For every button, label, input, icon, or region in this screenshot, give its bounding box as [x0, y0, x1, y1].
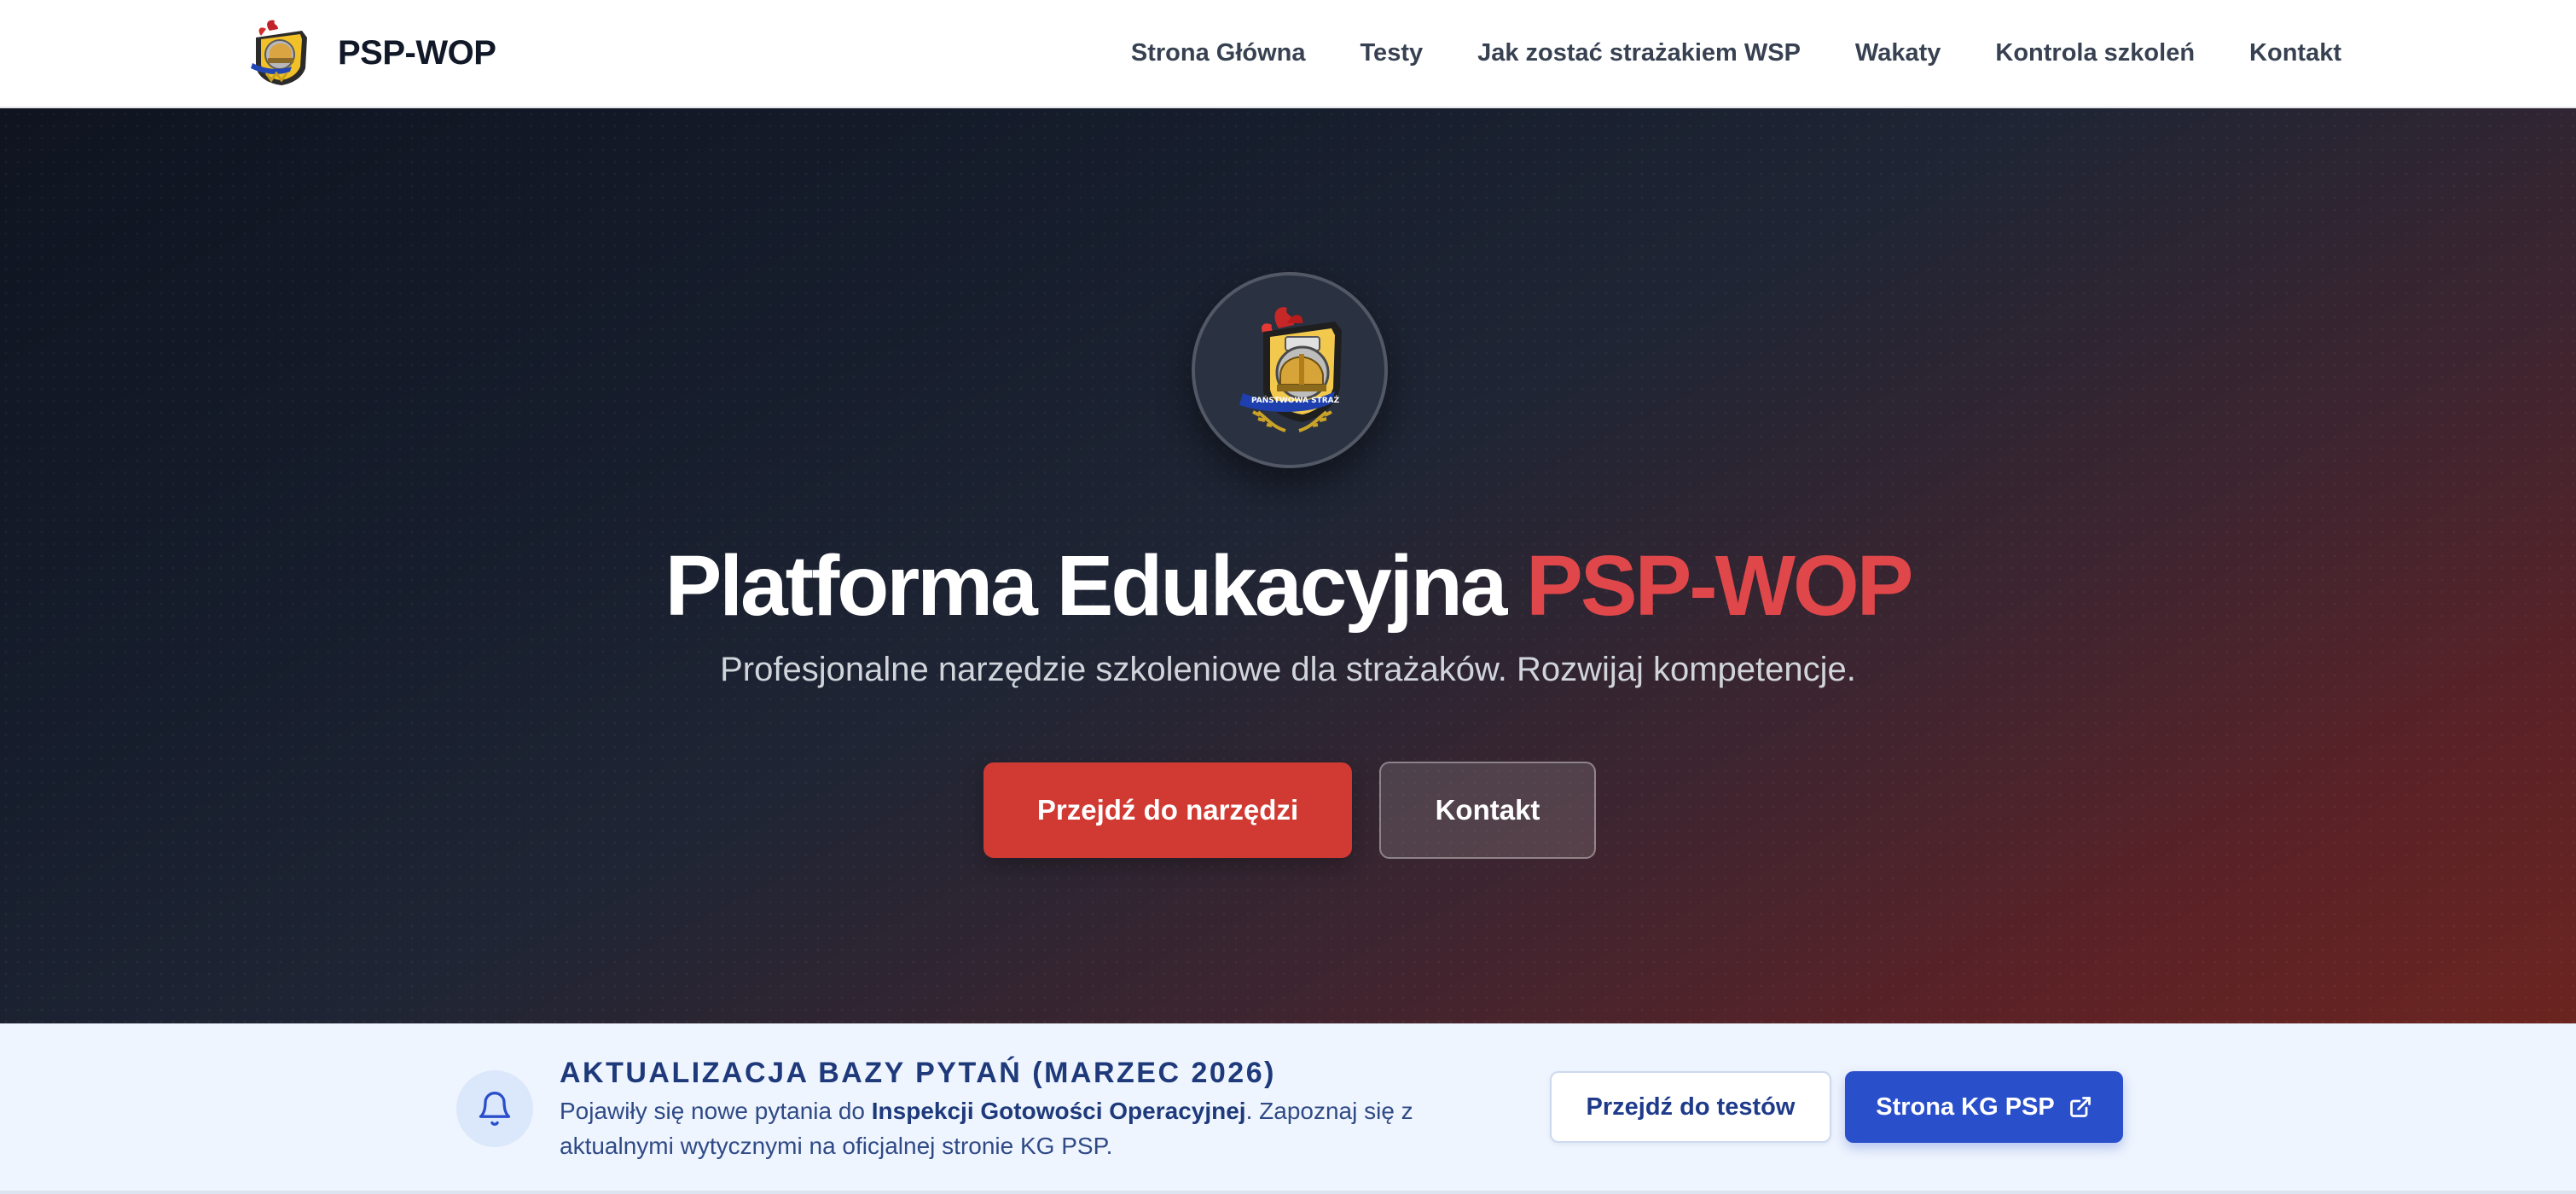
announcement-text: Pojawiły się nowe pytania do Inspekcji G… [560, 1093, 1481, 1163]
nav-link-tests[interactable]: Testy [1361, 39, 1424, 67]
nav-link-training-control[interactable]: Kontrola szkoleń [1995, 39, 2195, 67]
bell-icon [479, 1092, 511, 1126]
psp-logo-icon [251, 20, 307, 85]
go-to-tools-button[interactable]: Przejdź do narzędzi [983, 762, 1352, 858]
psp-emblem-icon: PAŃSTWOWA STRAŻ [1239, 307, 1342, 432]
nav-link-how-to-join[interactable]: Jak zostać strażakiem WSP [1477, 39, 1801, 67]
announcement-icon-badge [456, 1070, 533, 1147]
nav-link-contact[interactable]: Kontakt [2249, 39, 2341, 67]
kg-psp-site-button[interactable]: Strona KG PSP [1845, 1071, 2123, 1143]
hero-title: Platforma Edukacyjna PSP-WOP [0, 509, 2576, 663]
hero-section: PAŃSTWOWA STRAŻ Platforma Edukacyjna PSP… [0, 108, 2576, 1023]
announcement-text-bold: Inspekcji Gotowości Operacyjnej [871, 1098, 1246, 1124]
announcement-title: AKTUALIZACJA BAZY PYTAŃ (MARZEC 2026) [560, 1057, 1276, 1089]
hero-title-main: Platforma Edukacyjna [664, 538, 1527, 634]
nav-link-home[interactable]: Strona Główna [1131, 39, 1306, 67]
hero-title-accent: PSP-WOP [1526, 538, 1913, 634]
navbar: PSP-WOP Strona Główna Testy Jak zostać s… [0, 0, 2576, 108]
hero-subtitle: Profesjonalne narzędzie szkoleniowe dla … [720, 651, 1856, 688]
brand[interactable]: PSP-WOP [249, 19, 496, 87]
announcement-banner: AKTUALIZACJA BAZY PYTAŃ (MARZEC 2026) Po… [0, 1023, 2576, 1194]
go-to-tests-button[interactable]: Przejdź do testów [1550, 1071, 1831, 1143]
nav-link-vacancies[interactable]: Wakaty [1855, 39, 1941, 67]
contact-button[interactable]: Kontakt [1379, 762, 1596, 859]
emblem-ribbon-text: PAŃSTWOWA STRAŻ [1251, 395, 1340, 405]
main-nav: Strona Główna Testy Jak zostać strażakie… [1131, 0, 2341, 106]
brand-name[interactable]: PSP-WOP [338, 34, 496, 72]
announcement-text-before: Pojawiły się nowe pytania do [560, 1098, 872, 1124]
kg-psp-site-label: Strona KG PSP [1876, 1093, 2055, 1121]
hero-emblem: PAŃSTWOWA STRAŻ [1192, 272, 1388, 468]
external-link-icon [2069, 1097, 2091, 1117]
